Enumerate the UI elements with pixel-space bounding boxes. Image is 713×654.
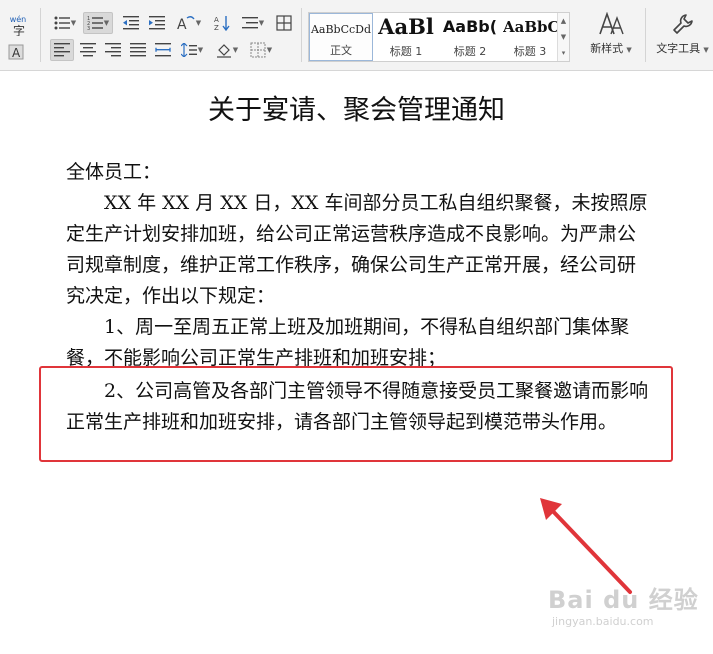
bullet-list-icon: [54, 16, 70, 30]
new-style-label: 新样式: [590, 42, 624, 55]
new-style-icon: [599, 12, 624, 35]
align-left-button[interactable]: [50, 39, 74, 61]
red-highlight-box: [39, 366, 673, 462]
style-name: 标题 1: [389, 45, 423, 58]
new-style-button[interactable]: 新样式 ▼: [585, 12, 637, 56]
table-insert-button[interactable]: [272, 12, 296, 34]
phonetic-guide-button[interactable]: wén 字: [6, 14, 30, 38]
change-case-button[interactable]: A ▼: [174, 12, 204, 34]
distributed-align-icon: [155, 43, 171, 57]
rule-1-paragraph[interactable]: 1、周一至周五正常上班及加班期间，不得私自组织部门集体聚餐，不能影响公司正常生产…: [66, 312, 654, 374]
watermark-brand: Bai du 经验: [548, 586, 699, 614]
borders-button[interactable]: ▼: [246, 39, 276, 61]
chevron-up-icon[interactable]: ▲: [558, 13, 569, 29]
baidu-jingyan-watermark: Bai du 经验 jingyan.baidu.com: [548, 580, 708, 642]
justify-button[interactable]: [127, 39, 149, 61]
justify-icon: [130, 43, 146, 57]
text-tools-label: 文字工具: [656, 42, 701, 55]
ribbon-separator: [645, 8, 646, 62]
watermark-url: jingyan.baidu.com: [552, 615, 654, 628]
style-normal[interactable]: AaBbCcDd 正文: [309, 13, 373, 61]
line-spacing-button[interactable]: ▼: [177, 39, 207, 61]
wrench-icon: [672, 14, 693, 34]
chevron-down-icon: ▼: [701, 46, 709, 54]
sort-button[interactable]: AZ: [210, 12, 234, 34]
change-case-icon: A: [177, 16, 195, 31]
chevron-down-icon: ▼: [258, 19, 265, 27]
align-center-icon: [80, 43, 96, 57]
style-preview: AaBl: [378, 14, 434, 39]
distributed-align-button[interactable]: [152, 39, 174, 61]
chevron-down-icon: ▼: [624, 46, 632, 54]
ribbon-separator: [40, 8, 41, 62]
chevron-down-icon: ▼: [266, 46, 273, 54]
sort-icon: AZ: [214, 16, 230, 31]
svg-text:Z: Z: [214, 24, 219, 31]
expand-gallery-icon[interactable]: ▾: [558, 45, 569, 61]
phonetic-guide-icon: 字: [13, 24, 25, 36]
bullet-list-button[interactable]: ▼: [50, 12, 80, 34]
svg-text:3: 3: [87, 26, 90, 30]
style-heading-3[interactable]: AaBbC 标题 3: [503, 13, 557, 61]
character-shading-button[interactable]: A: [6, 41, 26, 63]
increase-indent-button[interactable]: [146, 12, 168, 34]
text-tools-button[interactable]: 文字工具 ▼: [652, 12, 713, 56]
chevron-down-icon: ▼: [70, 19, 77, 27]
paragraph-spacing-button[interactable]: ▼: [238, 12, 268, 34]
svg-text:A: A: [177, 17, 187, 31]
style-gallery-scroll[interactable]: ▲ ▼ ▾: [557, 13, 569, 61]
paint-bucket-icon: [216, 44, 231, 58]
greeting-line[interactable]: 全体员工：: [66, 157, 654, 188]
chevron-down-icon: ▼: [232, 46, 239, 54]
decrease-indent-button[interactable]: [120, 12, 142, 34]
style-name: 标题 3: [513, 45, 547, 58]
style-heading-1[interactable]: AaBl 标题 1: [375, 13, 437, 61]
style-name: 标题 2: [453, 45, 487, 58]
phonetic-guide-label: wén: [9, 15, 27, 24]
chevron-down-icon: ▼: [195, 19, 202, 27]
align-left-icon: [54, 43, 70, 57]
align-right-icon: [105, 43, 121, 57]
increase-indent-icon: [149, 16, 165, 30]
chevron-down-icon: ▼: [197, 46, 204, 54]
table-grid-icon: [276, 15, 292, 31]
decrease-indent-icon: [123, 16, 139, 30]
document-title[interactable]: 关于宴请、聚会管理通知: [0, 88, 713, 127]
style-preview: AaBb(: [442, 17, 498, 36]
style-preview: AaBbCcDd: [310, 23, 372, 36]
style-gallery: AaBbCcDd 正文 AaBl 标题 1 AaBb( 标题 2 AaBbC 标…: [308, 12, 570, 62]
ribbon-toolbar: wén 字 A ▼ 123 ▼ A ▼ AZ ▼ ▼ ▼ ▼ AaBbCcDd …: [0, 0, 713, 71]
align-center-button[interactable]: [77, 39, 99, 61]
character-shading-icon: A: [8, 44, 24, 60]
svg-text:A: A: [12, 46, 21, 60]
numbered-list-button[interactable]: 123 ▼: [83, 12, 113, 34]
style-heading-2[interactable]: AaBb( 标题 2: [439, 13, 501, 61]
svg-text:字: 字: [13, 24, 25, 36]
align-right-button[interactable]: [102, 39, 124, 61]
shading-button[interactable]: ▼: [212, 39, 242, 61]
svg-text:A: A: [214, 16, 219, 24]
chevron-down-icon[interactable]: ▼: [558, 29, 569, 45]
paragraph-spacing-icon: [241, 17, 258, 29]
chevron-down-icon: ▼: [103, 19, 110, 27]
style-preview: AaBbC: [503, 18, 557, 36]
style-name: 正文: [330, 44, 352, 57]
line-spacing-icon: [180, 43, 197, 57]
borders-icon: [250, 42, 266, 58]
ribbon-separator: [301, 8, 302, 62]
intro-paragraph[interactable]: XX 年 XX 月 XX 日，XX 车间部分员工私自组织聚餐，未按照原定生产计划…: [66, 188, 654, 312]
numbered-list-icon: 123: [87, 16, 103, 30]
